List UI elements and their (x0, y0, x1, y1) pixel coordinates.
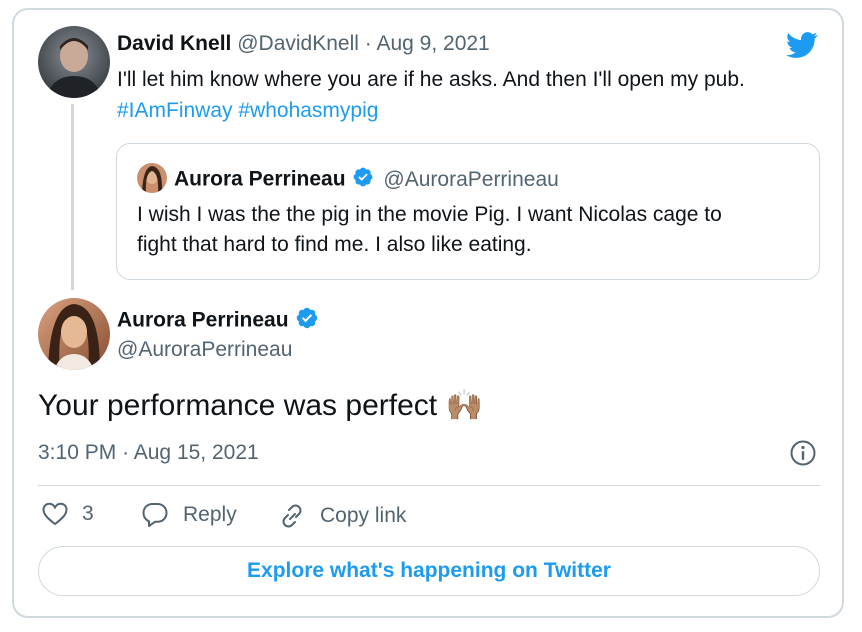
thread-connector-line (71, 104, 74, 290)
parent-hashtags: #IAmFinway #whohasmypig (117, 99, 378, 123)
aurora-perrineau-avatar[interactable] (38, 298, 110, 370)
quoted-author-name[interactable]: Aurora Perrineau (174, 168, 346, 191)
info-icon[interactable] (790, 440, 816, 466)
copy-link-button[interactable]: Copy link (278, 502, 406, 530)
reply-icon (142, 503, 168, 527)
main-tweet-body: Your performance was perfect (38, 389, 438, 422)
tweet-separator: · (122, 441, 130, 464)
reply-button[interactable]: Reply (141, 502, 237, 528)
hashtag-link[interactable]: #whohasmypig (238, 99, 378, 122)
verified-badge-icon (352, 166, 374, 194)
parent-date[interactable]: Aug 9, 2021 (376, 32, 489, 55)
heart-icon (42, 502, 68, 526)
hashtag-link[interactable]: #IAmFinway (117, 99, 233, 122)
twitter-bird-icon[interactable] (784, 29, 820, 61)
quoted-tweet-header: Aurora Perrineau @AuroraPerrineau (174, 166, 559, 194)
like-button[interactable]: 3 (42, 502, 94, 526)
quoted-author-handle[interactable]: @AuroraPerrineau (383, 168, 558, 191)
quoted-tweet-text-line2: fight that hard to find me. I also like … (137, 233, 532, 256)
quoted-tweet-text-line1: I wish I was the the pig in the movie Pi… (137, 203, 722, 226)
david-knell-avatar[interactable] (38, 26, 110, 98)
tweet-time: 3:10 PM (38, 441, 117, 464)
parent-author-name[interactable]: David Knell (117, 32, 231, 55)
parent-tweet-header: David Knell @DavidKnell · Aug 9, 2021 (117, 32, 490, 56)
main-author-handle[interactable]: @AuroraPerrineau (117, 338, 292, 362)
tweet-date: Aug 15, 2021 (133, 441, 259, 464)
main-tweet-text: Your performance was perfect 🙌🏽 (38, 388, 483, 423)
parent-separator: · (364, 32, 372, 55)
parent-author-handle[interactable]: @DavidKnell (237, 32, 359, 55)
main-author-name[interactable]: Aurora Perrineau (117, 309, 289, 332)
quoted-author-avatar[interactable] (137, 163, 167, 193)
explore-twitter-button[interactable]: Explore what's happening on Twitter (38, 546, 820, 596)
divider (38, 485, 820, 486)
main-author-name-row: Aurora Perrineau (117, 306, 319, 336)
reply-label: Reply (183, 503, 237, 526)
parent-tweet-text: I'll let him know where you are if he as… (117, 68, 745, 91)
like-count: 3 (82, 502, 94, 525)
verified-badge-icon (295, 306, 319, 336)
main-tweet-timestamp[interactable]: 3:10 PM · Aug 15, 2021 (38, 441, 259, 465)
explore-twitter-label: Explore what's happening on Twitter (247, 559, 611, 582)
copy-link-label: Copy link (320, 504, 407, 527)
raising-hands-emoji: 🙌🏽 (445, 389, 483, 422)
link-icon (282, 504, 302, 528)
